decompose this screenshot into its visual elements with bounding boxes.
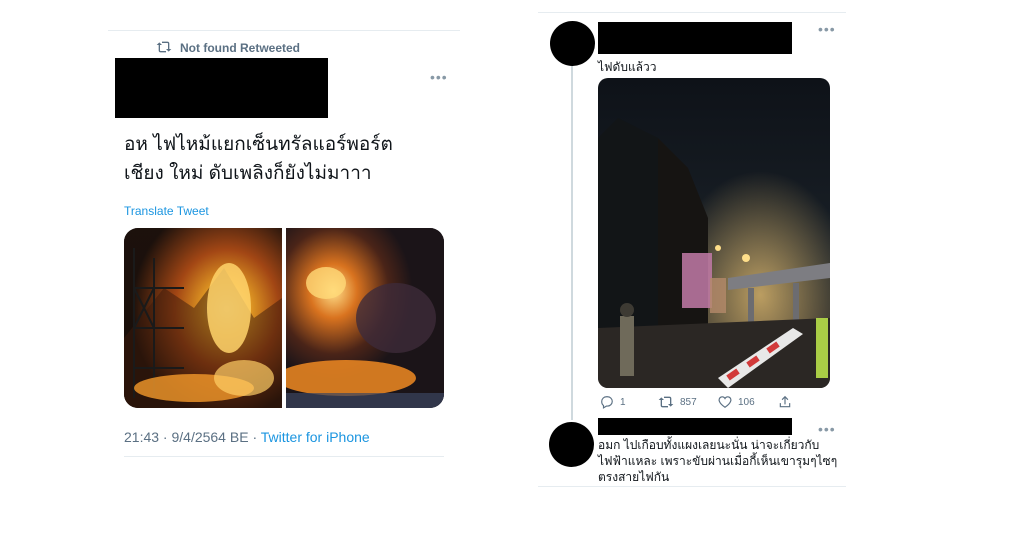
share-icon — [778, 395, 792, 409]
reply-text-line-1: อมก ไปเกือบทั้งแผงเลยนะนั่น น่าจะเกี่ยวก… — [598, 438, 820, 452]
top-divider-right — [538, 12, 846, 13]
more-icon[interactable]: ••• — [818, 22, 836, 36]
reply-text: ไฟดับแล้วว — [598, 60, 657, 74]
retweet-icon — [156, 40, 172, 57]
share-action[interactable] — [778, 394, 792, 410]
retweet-action[interactable]: 857 — [658, 394, 697, 410]
retweet-count: 857 — [680, 396, 697, 408]
top-divider-left — [108, 30, 460, 31]
reply-action[interactable]: 1 — [600, 394, 626, 410]
tweet-image-2[interactable] — [286, 228, 444, 408]
tweet-image-1[interactable] — [124, 228, 282, 408]
redacted-author — [115, 58, 328, 118]
redacted-author — [598, 418, 792, 435]
avatar[interactable] — [549, 422, 594, 467]
reply-text-line-3: ตรงสายไฟกัน — [598, 470, 670, 484]
tweet-text-line-1: อห ไฟไหม้แยกเซ็นทรัลแอร์พอร์ต — [124, 134, 393, 155]
meta-separator: · — [252, 429, 258, 445]
like-count: 106 — [738, 396, 755, 408]
reply-icon — [600, 395, 614, 409]
like-action[interactable]: 106 — [718, 394, 755, 410]
reply-image[interactable] — [598, 78, 830, 388]
reply-text-line-2: ไฟฟ้าแหละ เพราะขับผ่านเมื่อกี้เห็นเขารุม… — [598, 454, 838, 468]
translate-tweet-link[interactable]: Translate Tweet — [124, 204, 209, 218]
retweet-icon — [658, 395, 674, 409]
tweet-text: อห ไฟไหม้แยกเซ็นทรัลแอร์พอร์ต เชียง ใหม่… — [124, 130, 393, 188]
tweet-meta: 21:43 · 9/4/2564 BE · Twitter for iPhone — [124, 429, 370, 445]
reply-text: อมก ไปเกือบทั้งแผงเลยนะนั่น น่าจะเกี่ยวก… — [598, 437, 837, 485]
tweet-timestamp[interactable]: 21:43 · 9/4/2564 BE — [124, 429, 249, 445]
more-icon[interactable]: ••• — [818, 422, 836, 436]
bottom-divider-left — [124, 456, 444, 457]
avatar[interactable] — [550, 21, 595, 66]
thread-line — [571, 64, 573, 420]
redacted-author — [598, 22, 792, 54]
retweet-label: Not found Retweeted — [180, 41, 300, 55]
tweet-text-line-2: เชียง ใหม่ ดับเพลิงก็ยังไม่มาาา — [124, 163, 372, 184]
tweet-source-link[interactable]: Twitter for iPhone — [261, 429, 370, 445]
reply-count: 1 — [620, 396, 626, 408]
bottom-divider-right — [538, 486, 846, 487]
retweet-context[interactable]: Not found Retweeted — [156, 40, 300, 56]
more-icon[interactable]: ••• — [430, 70, 448, 84]
heart-icon — [718, 395, 732, 409]
